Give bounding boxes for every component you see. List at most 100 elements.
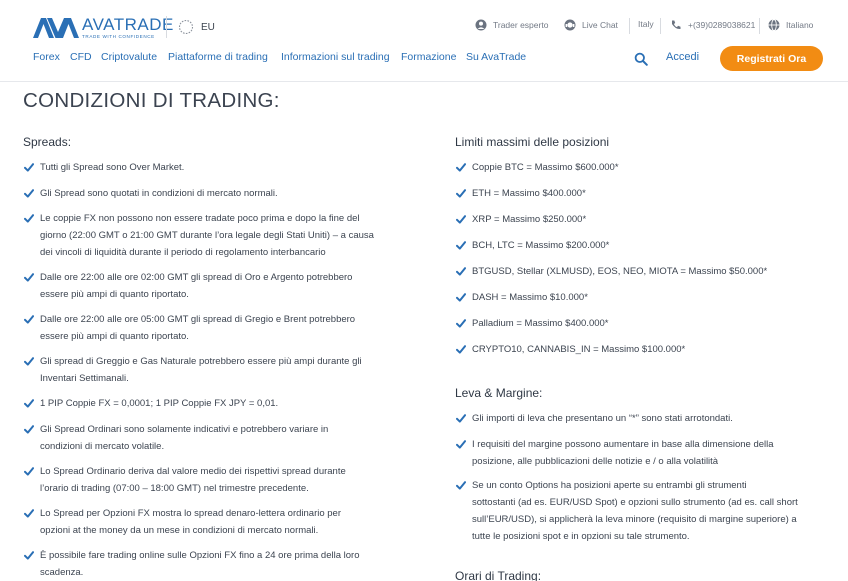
list-item: Se un conto Options ha posizioni aperte … [456, 477, 836, 545]
nav-education[interactable]: Formazione [401, 51, 456, 63]
list-item: È possibile fare trading online sulle Op… [24, 547, 424, 581]
country-label: Italy [638, 19, 654, 29]
account-type-label: Trader esperto [493, 20, 549, 30]
list-item-text-line: opzioni at the money da un mese in condi… [40, 525, 319, 536]
list-item-text-line: È possibile fare trading online sulle Op… [40, 550, 360, 561]
list-item-text-line: Lo Spread per Opzioni FX mostra lo sprea… [40, 508, 341, 519]
language-selector[interactable]: Italiano [768, 19, 813, 31]
list-item-text-line: sull’EUR/USD), si applicherà la leva min… [472, 514, 797, 525]
search-icon[interactable] [634, 52, 648, 66]
utility-divider [629, 18, 630, 34]
list-item-text-line: posizione, alle pubblicazioni delle noti… [472, 456, 719, 467]
check-icon [456, 319, 466, 328]
register-button[interactable]: Registrati Ora [720, 46, 823, 71]
list-item-text: Coppie BTC = Massimo $600.000* [472, 162, 619, 173]
list-item-text-line: Gli Spread Ordinari sono solamente indic… [40, 424, 329, 435]
brand-name: AVATRADE [82, 15, 174, 34]
list-item-text-line: essere più ampi di quanto riportato. [40, 331, 189, 342]
list-item-text: Gli Spread sono quotati in condizioni di… [40, 188, 278, 199]
check-icon [456, 215, 466, 224]
list-item-text-line: l’orario di trading (07:00 – 18:00 GMT) … [40, 483, 309, 494]
utility-divider [660, 18, 661, 34]
list-item: Tutti gli Spread sono Over Market. [24, 159, 424, 176]
country-selector[interactable]: Italy [638, 19, 654, 29]
list-item: DASH = Massimo $10.000* [456, 289, 836, 306]
live-chat-label: Live Chat [582, 20, 618, 30]
list-item-text-line: condizioni di mercato volatile. [40, 441, 165, 452]
headset-icon [564, 19, 576, 31]
list-item-text: Gli importi di leva che presentano un “*… [472, 413, 733, 424]
nav-forex[interactable]: Forex [33, 51, 60, 63]
list-item-text: BCH, LTC = Massimo $200.000* [472, 240, 610, 251]
check-icon [24, 214, 34, 223]
list-item: Dalle ore 22:00 alle ore 05:00 GMT gli s… [24, 311, 424, 345]
check-icon [456, 440, 466, 449]
list-item: Gli spread di Greggio e Gas Naturale pot… [24, 353, 424, 387]
user-icon [475, 19, 487, 31]
brand-tagline: TRADE WITH CONFIDENCE [82, 34, 155, 39]
list-item-text: CRYPTO10, CANNABIS_IN = Massimo $100.000… [472, 344, 686, 355]
header-divider [166, 16, 167, 38]
login-link[interactable]: Accedi [666, 51, 699, 63]
list-item-text-line: Lo Spread Ordinario deriva dal valore me… [40, 466, 346, 477]
list-item-text-line: Le coppie FX non possono non essere trad… [40, 213, 360, 224]
nav-crypto[interactable]: Criptovalute [101, 51, 157, 63]
check-icon [456, 189, 466, 198]
live-chat-link[interactable]: Live Chat [564, 19, 618, 31]
check-icon [456, 241, 466, 250]
globe-icon [178, 19, 194, 35]
list-item: ETH = Massimo $400.000* [456, 185, 836, 202]
nav-about[interactable]: Su AvaTrade [466, 51, 526, 63]
list-item: Gli importi di leva che presentano un “*… [456, 410, 836, 427]
spreads-heading: Spreads: [23, 135, 72, 149]
list-item-text: Tutti gli Spread sono Over Market. [40, 162, 185, 173]
check-icon [456, 163, 466, 172]
check-icon [24, 357, 34, 366]
list-item: BCH, LTC = Massimo $200.000* [456, 237, 836, 254]
check-icon [456, 481, 466, 490]
nav-cfd[interactable]: CFD [70, 51, 92, 63]
list-item: Gli Spread Ordinari sono solamente indic… [24, 421, 424, 455]
trading-hours-heading: Orari di Trading: [455, 569, 542, 581]
region-label: EU [201, 21, 215, 33]
list-item: Le coppie FX non possono non essere trad… [24, 210, 424, 261]
position-limits-heading: Limiti massimi delle posizioni [455, 135, 610, 149]
account-type-link[interactable]: Trader esperto [475, 19, 548, 31]
list-item: Dalle ore 22:00 alle ore 02:00 GMT gli s… [24, 269, 424, 303]
nav-trading-info[interactable]: Informazioni sul trading [281, 51, 390, 63]
check-icon [456, 267, 466, 276]
check-icon [456, 414, 466, 423]
globe-icon [768, 19, 780, 31]
list-item: I requisiti del margine possono aumentar… [456, 436, 836, 470]
page-title: CONDIZIONI DI TRADING: [23, 89, 280, 112]
check-icon [24, 163, 34, 172]
top-header: AVATRADE TRADE WITH CONFIDENCE EU Trader… [0, 0, 848, 82]
language-label: Italiano [786, 20, 814, 30]
check-icon [24, 509, 34, 518]
list-item: BTGUSD, Stellar (XLMUSD), EOS, NEO, MIOT… [456, 263, 836, 280]
phone-link[interactable]: +(39)0289038621 [670, 19, 755, 31]
list-item: Lo Spread Ordinario deriva dal valore me… [24, 463, 424, 497]
list-item: CRYPTO10, CANNABIS_IN = Massimo $100.000… [456, 341, 836, 358]
check-icon [24, 315, 34, 324]
brand-logo[interactable]: AVATRADE TRADE WITH CONFIDENCE [33, 16, 174, 40]
utility-divider [759, 18, 760, 34]
list-item-text-line: Dalle ore 22:00 alle ore 02:00 GMT gli s… [40, 272, 353, 283]
leverage-heading: Leva & Margine: [455, 386, 543, 400]
list-item-text-line: Inventari Settimanali. [40, 373, 129, 384]
check-icon [24, 425, 34, 434]
list-item: Palladium = Massimo $400.000* [456, 315, 836, 332]
check-icon [24, 273, 34, 282]
list-item-text-line: Se un conto Options ha posizioni aperte … [472, 480, 747, 491]
list-item-text-line: Dalle ore 22:00 alle ore 05:00 GMT gli s… [40, 314, 356, 325]
list-item-text: Palladium = Massimo $400.000* [472, 318, 609, 329]
region-selector[interactable]: EU [178, 19, 215, 35]
phone-number: +(39)0289038621 [688, 20, 756, 30]
check-icon [24, 189, 34, 198]
list-item-text: 1 PIP Coppie FX = 0,0001; 1 PIP Coppie F… [40, 398, 279, 409]
check-icon [24, 551, 34, 560]
nav-platforms[interactable]: Piattaforme di trading [168, 51, 268, 63]
check-icon [24, 399, 34, 408]
list-item-text-line: I requisiti del margine possono aumentar… [472, 439, 774, 450]
list-item-text: BTGUSD, Stellar (XLMUSD), EOS, NEO, MIOT… [472, 266, 768, 277]
